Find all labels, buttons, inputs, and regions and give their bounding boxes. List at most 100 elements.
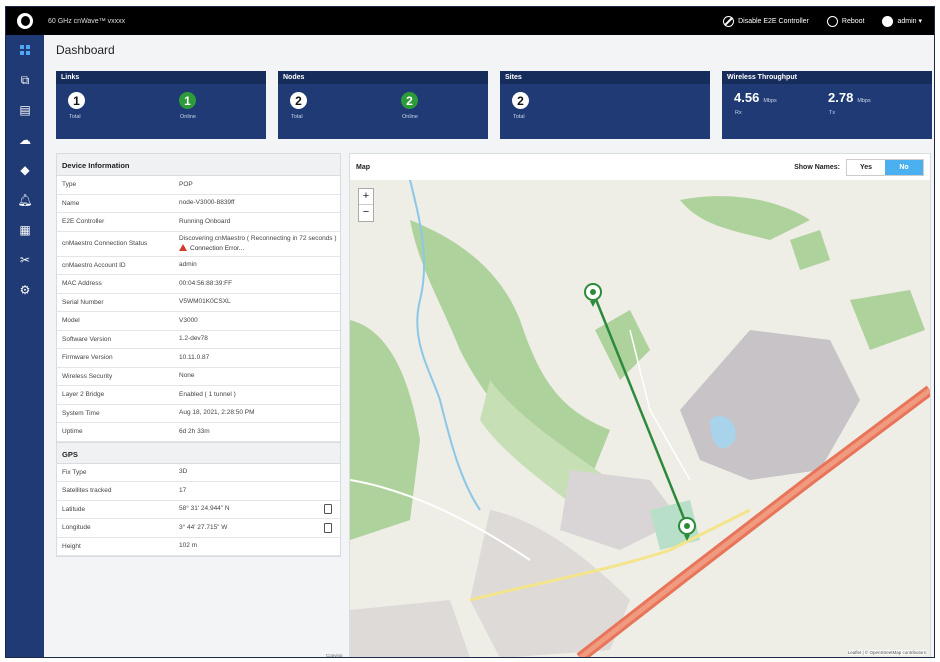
map-tiles: [350, 180, 930, 657]
info-value-text: 6d 2h 33m: [179, 427, 210, 435]
links-online-count: 1: [179, 92, 196, 109]
app-logo[interactable]: [6, 7, 44, 35]
nodes-total-count: 2: [290, 92, 307, 109]
logo-icon: [17, 13, 33, 29]
info-key: Longitude: [62, 524, 91, 532]
disable-e2e-label: Disable E2E Controller: [738, 17, 809, 25]
info-value-text: V5WM01K0CSXL: [179, 298, 231, 306]
sites-card[interactable]: Sites 2 Total: [500, 71, 710, 139]
info-value-text: 58° 31' 24.944" N: [179, 505, 230, 513]
info-value: 3° 44' 27.715" W: [179, 521, 324, 535]
zoom-out-button[interactable]: −: [359, 205, 373, 221]
cloud-icon: ☁: [19, 133, 31, 147]
info-key: Latitude: [62, 505, 86, 513]
sidebar-item-cloud[interactable]: ☁: [6, 125, 44, 155]
show-names-no[interactable]: No: [885, 159, 923, 175]
sidebar-item-settings[interactable]: ⚙: [6, 275, 44, 305]
table-icon: ▦: [19, 223, 31, 237]
info-value: POP: [179, 178, 340, 192]
reboot-button[interactable]: Reboot: [826, 15, 865, 27]
info-key: Wireless Security: [62, 372, 113, 380]
info-key: Name: [62, 199, 80, 207]
info-value: 10.11.0.87: [179, 351, 340, 365]
card-title: Links: [56, 71, 266, 84]
rx-label: Rx: [735, 110, 742, 116]
zoom-in-button[interactable]: +: [359, 189, 373, 205]
info-row: Uptime 6d 2h 33m: [57, 423, 340, 442]
info-value: 102 m: [179, 539, 340, 553]
info-value: Enabled ( 1 tunnel ): [179, 388, 340, 402]
info-value-text: Discovering cnMaestro ( Reconnecting in …: [179, 234, 337, 242]
nodes-card[interactable]: Nodes 2 Total 2 Online: [278, 71, 488, 139]
sidebar-item-alarms[interactable]: 🔔︎: [6, 185, 44, 215]
sidebar-item-tools[interactable]: ✂: [6, 245, 44, 275]
info-value-text: 102 m: [179, 542, 198, 550]
sidebar-item-network[interactable]: ◆: [6, 155, 44, 185]
sidebar-item-dashboard[interactable]: [6, 35, 44, 65]
rx-value: 4.56: [734, 90, 760, 105]
info-value-text: None: [179, 372, 195, 380]
info-key: Serial Number: [62, 298, 104, 306]
sidebar-item-stats[interactable]: ▦: [6, 215, 44, 245]
info-value-text: Aug 18, 2021, 2:28:50 PM: [179, 409, 255, 417]
links-card[interactable]: Links 1 Total 1 Online: [56, 71, 266, 139]
sites-total-count: 2: [512, 92, 529, 109]
info-row: Height 102 m: [57, 538, 340, 556]
info-row: cnMaestro Connection Status Discovering c…: [57, 232, 340, 257]
copying-label: Copying: [326, 653, 343, 658]
tools-icon: ✂: [19, 253, 31, 267]
info-value-text: POP: [179, 180, 193, 188]
copy-icon[interactable]: [324, 504, 332, 515]
info-row: Type POP: [57, 176, 340, 195]
info-value-text: V3000: [179, 316, 198, 324]
info-value-text: admin: [179, 261, 197, 269]
gear-icon: ⚙: [19, 283, 31, 297]
sidebar-item-devices[interactable]: ⧉: [6, 65, 44, 95]
rx-unit: Mbps: [763, 98, 777, 104]
info-value: 6d 2h 33m: [179, 425, 340, 439]
info-value-text: 3° 44' 27.715" W: [179, 523, 228, 531]
info-key: System Time: [62, 409, 100, 417]
tx-label: Tx: [829, 110, 836, 116]
nodes-online-label: Online: [402, 114, 418, 120]
info-row: Software Version 1.2-dev78: [57, 331, 340, 349]
sidebar-item-document[interactable]: ▤: [6, 95, 44, 125]
info-value: 17: [179, 484, 340, 498]
user-name: admin ▾: [897, 18, 922, 25]
info-value: V5WM01K0CSXL: [179, 295, 340, 309]
tx-value: 2.78: [828, 90, 854, 105]
warning-icon: [179, 243, 187, 251]
diamond-icon: ◆: [20, 163, 30, 177]
copy-pages-icon: ⧉: [20, 72, 30, 87]
copy-icon[interactable]: [324, 522, 332, 533]
show-names-yes[interactable]: Yes: [847, 160, 885, 175]
device-info-title: Device Information: [57, 154, 340, 176]
map-canvas[interactable]: + − Leaflet | © OpenStreetMap contributo…: [350, 180, 930, 657]
info-value: node-V3000-8839ff: [179, 196, 340, 210]
user-icon: [882, 15, 894, 27]
info-value: admin: [179, 258, 340, 272]
map-panel: Map Show Names: Yes No + − Leaflet | © O…: [349, 153, 931, 657]
info-row: Longitude 3° 44' 27.715" W: [57, 519, 340, 538]
disable-e2e-button[interactable]: Disable E2E Controller: [723, 15, 809, 27]
map-attribution[interactable]: Leaflet | © OpenStreetMap contributors: [847, 650, 926, 655]
info-key: Firmware Version: [62, 354, 113, 362]
info-key: Uptime: [62, 428, 83, 436]
map-title: Map: [356, 163, 370, 171]
info-value: Running Onboard: [179, 215, 340, 229]
info-value-text: 00:04:56:88:39:FF: [179, 279, 233, 287]
device-info-panel: Device Information Type POP Name node-V3000…: [56, 153, 341, 557]
info-key: Type: [62, 181, 77, 189]
throughput-card[interactable]: Wireless Throughput 4.56 Mbps Rx 2.78 Mbps T…: [722, 71, 932, 139]
show-names-toggle[interactable]: Yes No: [846, 158, 924, 176]
card-title: Nodes: [278, 71, 488, 84]
info-key: Height: [62, 542, 81, 550]
reboot-label: Reboot: [841, 17, 865, 25]
ban-icon: [723, 15, 735, 27]
nodes-online-count: 2: [401, 92, 418, 109]
connection-error[interactable]: Connection Error...: [179, 243, 340, 254]
info-key: Satellites tracked: [62, 487, 112, 495]
user-menu[interactable]: admin ▾: [882, 15, 922, 27]
power-icon: [826, 15, 838, 27]
info-row: Firmware Version 10.11.0.87: [57, 349, 340, 368]
